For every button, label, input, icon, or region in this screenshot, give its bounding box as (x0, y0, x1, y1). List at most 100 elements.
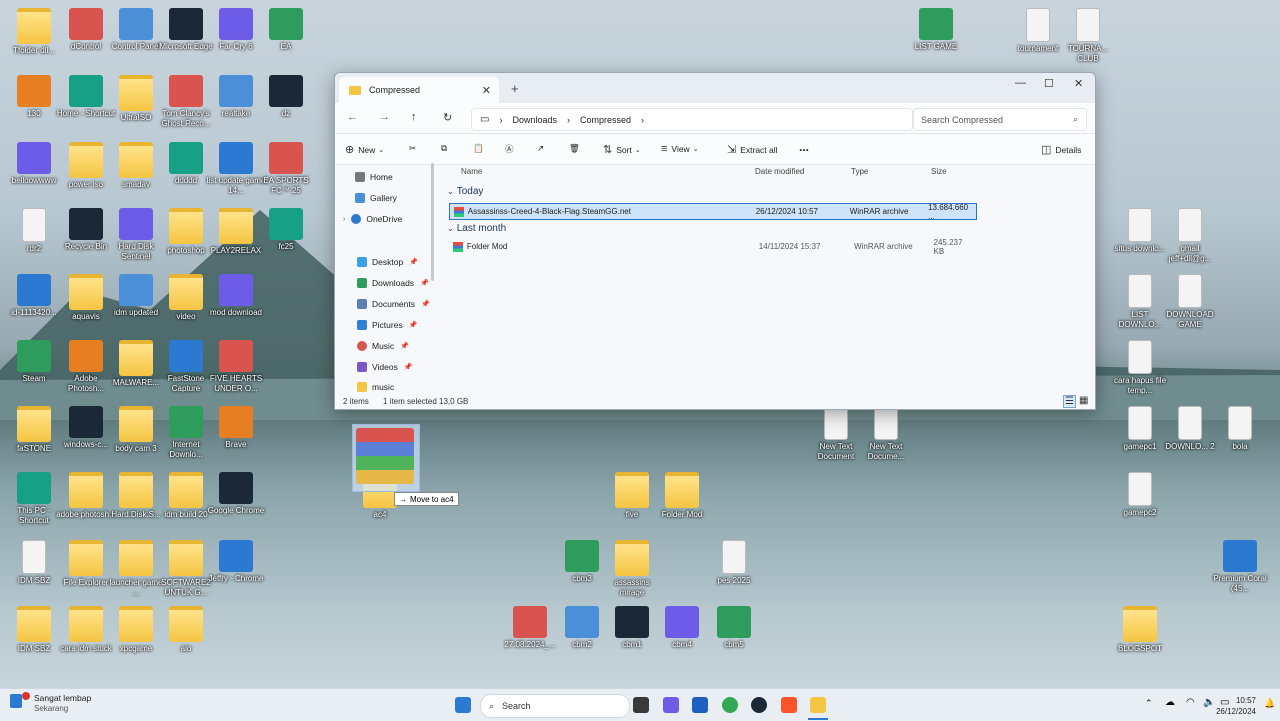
table-row[interactable]: Assassinss-Creed-4-Black-Flag.SteamGG.ne… (449, 203, 977, 221)
desktop-icon-item[interactable]: BLOGSPOT (1110, 606, 1170, 654)
sidebar-item-documents[interactable]: Documents 📌 (357, 296, 430, 312)
column-header-name[interactable]: Name (461, 167, 482, 176)
store-icon[interactable] (692, 697, 708, 713)
sidebar-scrollbar[interactable] (431, 163, 434, 281)
desktop-icon-item[interactable]: gmail jeff+dll@g... (1160, 208, 1220, 264)
file-explorer-icon[interactable] (810, 697, 826, 713)
steam-icon[interactable] (751, 697, 767, 713)
desktop-icon-item[interactable]: LIST GAME (906, 8, 966, 52)
desktop-icon-item[interactable]: 130 (4, 75, 64, 119)
details-view-icon[interactable]: ☰ (1063, 395, 1076, 408)
delete-icon[interactable]: 🗑 (569, 143, 580, 154)
back-icon[interactable]: ← (347, 111, 358, 123)
extract-all-button[interactable]: ⇲ Extract all (727, 143, 778, 156)
view-button[interactable]: ≡ View ⌄ (661, 143, 699, 155)
tiles-view-icon[interactable]: ▦ (1079, 395, 1088, 406)
desktop-icon-item[interactable]: aio (156, 606, 216, 654)
sidebar-item-videos[interactable]: Videos 📌 (357, 359, 413, 375)
desktop-icon-item[interactable]: mod download (206, 274, 266, 318)
desktop-icon-item[interactable]: DOWNLOAD GAME (1160, 274, 1220, 330)
breadcrumb-downloads[interactable]: Downloads (512, 115, 557, 125)
breadcrumb-compressed[interactable]: Compressed (580, 115, 631, 125)
desktop-icon-item[interactable]: FIVE HEARTS UNDER O... (206, 340, 266, 394)
column-header-type[interactable]: Type (851, 167, 868, 176)
desktop-icon-item[interactable]: cbm4 (652, 606, 712, 650)
column-header-date[interactable]: Date modified (755, 167, 804, 176)
desktop-icon-item[interactable]: cara hapus file temp... (1110, 340, 1170, 396)
wifi-icon[interactable]: ◠ (1186, 697, 1195, 708)
desktop-icon-item[interactable]: 27.08.2024_... (500, 606, 560, 650)
search-box[interactable]: Search Compressed ⌕ (913, 108, 1087, 131)
desktop-icon-item[interactable]: pes 2025 (704, 540, 764, 586)
bell-icon[interactable]: 🔔 (1264, 698, 1275, 709)
close-tab-icon[interactable]: ✕ (482, 84, 491, 97)
desktop-icon-item[interactable]: Folder Mod (652, 472, 712, 520)
taskbar-search[interactable]: ⌕ Search (480, 694, 630, 718)
desktop-icon-item[interactable]: Google Chrome (206, 472, 266, 516)
chrome-icon[interactable] (722, 697, 738, 713)
minimize-icon[interactable]: — (1015, 77, 1026, 89)
rename-icon[interactable]: Ⓐ (505, 143, 514, 155)
chevron-up-icon[interactable]: ⌃ (1145, 698, 1153, 709)
sidebar-item-home[interactable]: Home (355, 169, 393, 185)
paste-icon[interactable]: 📋 (473, 143, 484, 154)
desktop-icon-item[interactable]: assassins mirage (602, 540, 662, 598)
close-window-icon[interactable]: ✕ (1074, 77, 1083, 90)
more-options-icon[interactable]: ... (799, 140, 809, 154)
desktop-icon-item[interactable]: Jeffry - Chrome (206, 540, 266, 584)
up-icon[interactable]: ↑ (411, 111, 417, 123)
details-button[interactable]: ◫ Details (1041, 143, 1081, 156)
clock[interactable]: 10:57 26/12/2024 (1216, 695, 1256, 717)
new-tab-icon[interactable]: + (511, 81, 519, 96)
cloud-icon[interactable]: ☁ (1165, 697, 1175, 708)
maximize-icon[interactable]: ☐ (1044, 77, 1054, 90)
desktop-icon-item[interactable]: id-1113420... (4, 274, 64, 318)
sidebar-item-desktop[interactable]: Desktop 📌 (357, 254, 418, 270)
desktop-icon-item[interactable]: EA SPORTS FC™ 25 (256, 142, 316, 196)
share-icon[interactable]: ↗ (537, 143, 544, 154)
desktop-icon-item[interactable]: Premium Coral (45... (1210, 540, 1270, 594)
group-last-month[interactable]: ⌄ Last month (447, 223, 506, 234)
brave-icon[interactable] (781, 697, 797, 713)
address-bar[interactable]: ▭ › Downloads › Compressed › (471, 108, 913, 131)
desktop-icon-item[interactable]: Steam (4, 340, 64, 384)
desktop-icon-item[interactable]: fc25 (256, 208, 316, 252)
cut-icon[interactable]: ✂ (409, 143, 416, 154)
group-today[interactable]: ⌄ Today (447, 186, 483, 197)
desktop-icon-item[interactable]: faSTONE (4, 406, 64, 454)
copilot-icon[interactable] (663, 697, 679, 713)
desktop-icon-item[interactable]: rdr2 (4, 208, 64, 254)
sidebar-item-pictures[interactable]: Pictures 📌 (357, 317, 417, 333)
task-view-icon[interactable] (633, 697, 649, 713)
desktop-icon-item[interactable]: belloowwww (4, 142, 64, 186)
copy-icon[interactable]: ⧉ (441, 143, 447, 154)
sidebar-item-music[interactable]: Music 📌 (357, 338, 409, 354)
forward-icon[interactable]: → (379, 111, 390, 123)
desktop-icon-item[interactable]: cbm5 (704, 606, 764, 650)
desktop-icon-item[interactable]: IDM SBZ (4, 606, 64, 654)
sort-button[interactable]: ⇅ Sort ⌄ (603, 143, 641, 156)
file-explorer-window[interactable]: Compressed ✕ + — ☐ ✕ ← → ↑ ↻ ▭ › Downloa… (334, 72, 1096, 410)
sidebar-item-gallery[interactable]: Gallery (355, 190, 397, 206)
desktop-icon-item[interactable]: Tfolder dll... (4, 8, 64, 56)
sidebar-item-music-folder[interactable]: music (357, 379, 394, 395)
weather-title[interactable]: Sangat lembap (34, 693, 91, 703)
desktop-icon-item[interactable]: This PC - Shortcut (4, 472, 64, 526)
desktop-icon-item[interactable]: Brave (206, 406, 266, 450)
desktop-icon-item[interactable]: gamepc2 (1110, 472, 1170, 518)
start-icon[interactable] (455, 697, 471, 713)
desktop-icon-item[interactable]: TOURNA... CLUB (1058, 8, 1118, 64)
desktop-icon-item[interactable]: IDM SBZ (4, 540, 64, 586)
sidebar-item-onedrive[interactable]: › OneDrive (343, 211, 402, 227)
weather-icon[interactable] (10, 694, 22, 708)
refresh-icon[interactable]: ↻ (443, 111, 452, 124)
new-button[interactable]: ⊕ New ⌄ (345, 143, 384, 156)
table-row[interactable]: Folder Mod 14/11/2024 15:37 WinRAR archi… (449, 238, 975, 256)
desktop-icon-item[interactable]: dz (256, 75, 316, 119)
desktop-icon-item[interactable]: bola (1210, 406, 1270, 452)
desktop-icon-item[interactable]: EA (256, 8, 316, 52)
tab-compressed[interactable]: Compressed ✕ (339, 77, 499, 103)
volume-icon[interactable]: 🔈 (1203, 697, 1215, 708)
sidebar-item-downloads[interactable]: Downloads 📌 (357, 275, 429, 291)
desktop-icon-item[interactable]: New Text Docume... (856, 406, 916, 462)
